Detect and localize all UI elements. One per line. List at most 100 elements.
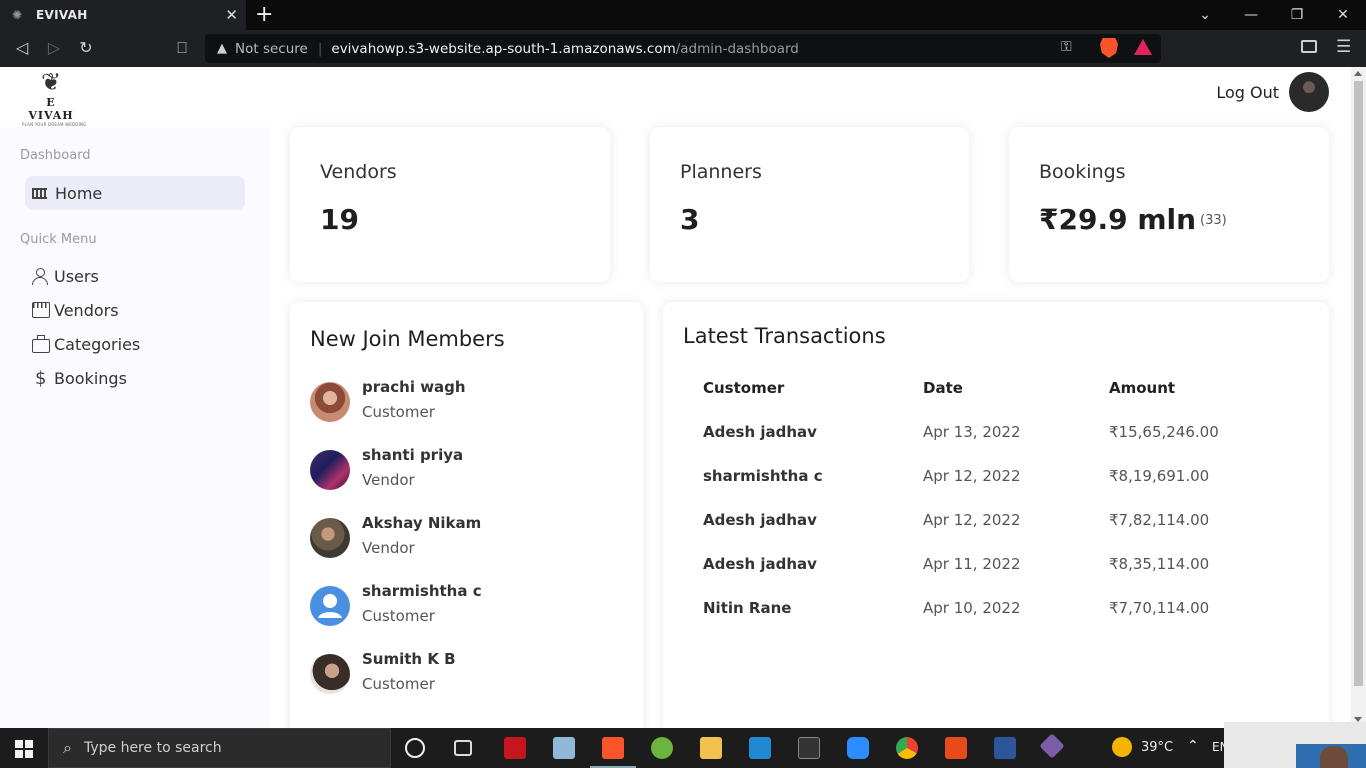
list-item[interactable]: Sumith K B Customer bbox=[310, 650, 610, 700]
file-explorer-icon[interactable] bbox=[700, 737, 722, 759]
stat-label: Planners bbox=[680, 161, 762, 183]
notepad-icon[interactable] bbox=[553, 737, 575, 759]
spring-tool-icon[interactable] bbox=[651, 737, 673, 759]
member-role: Vendor bbox=[362, 539, 415, 557]
member-role: Vendor bbox=[362, 471, 415, 489]
address-bar[interactable]: ▲ Not secure | evivahowp.s3-website.ap-s… bbox=[205, 34, 1161, 63]
sidebar-item-users[interactable]: Users bbox=[25, 259, 245, 293]
sidebar-item-vendors[interactable]: Vendors bbox=[25, 293, 245, 327]
key-icon[interactable]: ⚿ bbox=[1061, 39, 1072, 55]
restore-button[interactable]: ❐ bbox=[1274, 0, 1320, 30]
amount-cell: ₹7,82,114.00 bbox=[1109, 511, 1210, 529]
amount-cell: ₹8,19,691.00 bbox=[1109, 467, 1210, 485]
member-role: Customer bbox=[362, 403, 435, 421]
zoom-icon[interactable] bbox=[847, 737, 869, 759]
office-icon[interactable] bbox=[945, 737, 967, 759]
member-name: sharmishtha c bbox=[362, 582, 482, 600]
browser-tab[interactable]: ✺ EVIVAH ✕ bbox=[0, 0, 246, 30]
cortana-icon[interactable] bbox=[405, 738, 425, 758]
git-icon[interactable] bbox=[1039, 733, 1065, 759]
brave-rewards-icon[interactable] bbox=[1134, 39, 1152, 55]
tab-title: EVIVAH bbox=[36, 8, 88, 22]
wallet-icon[interactable] bbox=[1301, 40, 1317, 53]
amount-cell: ₹8,35,114.00 bbox=[1109, 555, 1210, 573]
taskbar-search-box[interactable]: ⌕ Type here to search bbox=[48, 728, 391, 768]
column-header-customer: Customer bbox=[703, 379, 785, 397]
customer-cell: sharmishtha c bbox=[703, 467, 823, 485]
customer-cell: Nitin Rane bbox=[703, 599, 792, 617]
reload-icon[interactable]: ↻ bbox=[76, 38, 96, 58]
list-item[interactable]: Akshay Nikam Vendor bbox=[310, 514, 610, 564]
customer-cell: Adesh jadhav bbox=[703, 555, 817, 573]
new-members-title: New Join Members bbox=[310, 327, 505, 351]
sidebar: Dashboard Home Quick Menu Users Vendors … bbox=[0, 127, 270, 728]
back-icon[interactable]: ◁ bbox=[12, 38, 32, 58]
sidebar-item-categories[interactable]: Categories bbox=[25, 327, 245, 361]
dollar-icon: $ bbox=[35, 367, 47, 389]
scroll-up-icon[interactable] bbox=[1354, 71, 1362, 76]
task-view-icon[interactable] bbox=[454, 740, 472, 756]
page-scrollbar[interactable] bbox=[1351, 67, 1366, 728]
briefcase-icon bbox=[32, 334, 50, 353]
close-window-button[interactable]: ✕ bbox=[1320, 0, 1366, 30]
avatar bbox=[310, 654, 350, 694]
scroll-thumb[interactable] bbox=[1354, 81, 1363, 686]
sidebar-item-label: Categories bbox=[54, 334, 141, 354]
bookings-count: (33) bbox=[1200, 213, 1227, 228]
logo-brand-text: E VIVAH bbox=[28, 96, 74, 122]
evivah-logo[interactable]: ❦ E VIVAH PLAN YOUR DREAM WEDDING bbox=[22, 68, 86, 127]
avatar bbox=[310, 382, 350, 422]
sidebar-item-label: Users bbox=[54, 266, 99, 286]
table-icon bbox=[32, 187, 47, 199]
forward-icon[interactable]: ▷ bbox=[44, 38, 64, 58]
temperature[interactable]: 39°C bbox=[1141, 740, 1173, 755]
bookmark-icon[interactable]: ⎕ bbox=[172, 38, 192, 58]
not-secure-label[interactable]: Not secure bbox=[235, 41, 308, 57]
logout-button[interactable]: Log Out bbox=[1216, 83, 1279, 102]
webcam-overlay bbox=[1224, 722, 1366, 768]
chevron-up-icon[interactable]: ⌃ bbox=[1187, 738, 1199, 754]
new-tab-button[interactable]: + bbox=[255, 3, 273, 27]
date-cell: Apr 13, 2022 bbox=[923, 423, 1021, 441]
column-header-date: Date bbox=[923, 379, 963, 397]
date-cell: Apr 12, 2022 bbox=[923, 511, 1021, 529]
brave-browser-icon[interactable] bbox=[590, 737, 636, 768]
user-avatar[interactable] bbox=[1289, 72, 1329, 112]
vscode-icon[interactable] bbox=[749, 737, 771, 759]
loading-icon: ✺ bbox=[12, 8, 23, 22]
stat-value: 19 bbox=[320, 203, 359, 236]
stat-label: Vendors bbox=[320, 161, 397, 183]
list-item[interactable]: sharmishtha c Customer bbox=[310, 582, 610, 632]
mysql-icon[interactable] bbox=[798, 737, 820, 759]
sidebar-section-quick-menu: Quick Menu bbox=[20, 232, 97, 247]
windows-start-button[interactable] bbox=[0, 728, 48, 768]
date-cell: Apr 11, 2022 bbox=[923, 555, 1021, 573]
menu-icon[interactable]: ☰ bbox=[1336, 37, 1351, 57]
tab-search-icon[interactable]: ⌄ bbox=[1182, 0, 1228, 30]
member-name: prachi wagh bbox=[362, 378, 466, 396]
sidebar-item-bookings[interactable]: $ Bookings bbox=[25, 361, 245, 395]
member-name: Sumith K B bbox=[362, 650, 456, 668]
wreath-icon: ❦ bbox=[40, 68, 62, 96]
close-tab-icon[interactable]: ✕ bbox=[225, 7, 238, 23]
list-item[interactable]: shanti priya Vendor bbox=[310, 446, 610, 496]
stat-label: Bookings bbox=[1039, 161, 1126, 183]
column-header-amount: Amount bbox=[1109, 379, 1176, 397]
sidebar-item-home[interactable]: Home bbox=[25, 176, 245, 210]
minimize-button[interactable]: — bbox=[1228, 0, 1274, 30]
acrobat-icon[interactable] bbox=[504, 737, 526, 759]
list-item[interactable]: prachi wagh Customer bbox=[310, 378, 610, 428]
store-icon bbox=[32, 302, 50, 318]
amount-cell: ₹7,70,114.00 bbox=[1109, 599, 1210, 617]
transactions-title: Latest Transactions bbox=[683, 324, 886, 348]
word-icon[interactable] bbox=[994, 737, 1016, 759]
search-icon: ⌕ bbox=[63, 738, 72, 757]
windows-taskbar: ⌕ Type here to search 39°C ⌃ EN bbox=[0, 728, 1366, 768]
avatar bbox=[310, 450, 350, 490]
sidebar-item-label: Vendors bbox=[54, 300, 119, 320]
chrome-icon[interactable] bbox=[896, 737, 918, 759]
url-host: evivahowp.s3-website.ap-south-1.amazonaw… bbox=[331, 40, 676, 57]
stat-value: 3 bbox=[680, 203, 700, 236]
member-name: shanti priya bbox=[362, 446, 464, 464]
weather-icon[interactable] bbox=[1112, 737, 1132, 757]
